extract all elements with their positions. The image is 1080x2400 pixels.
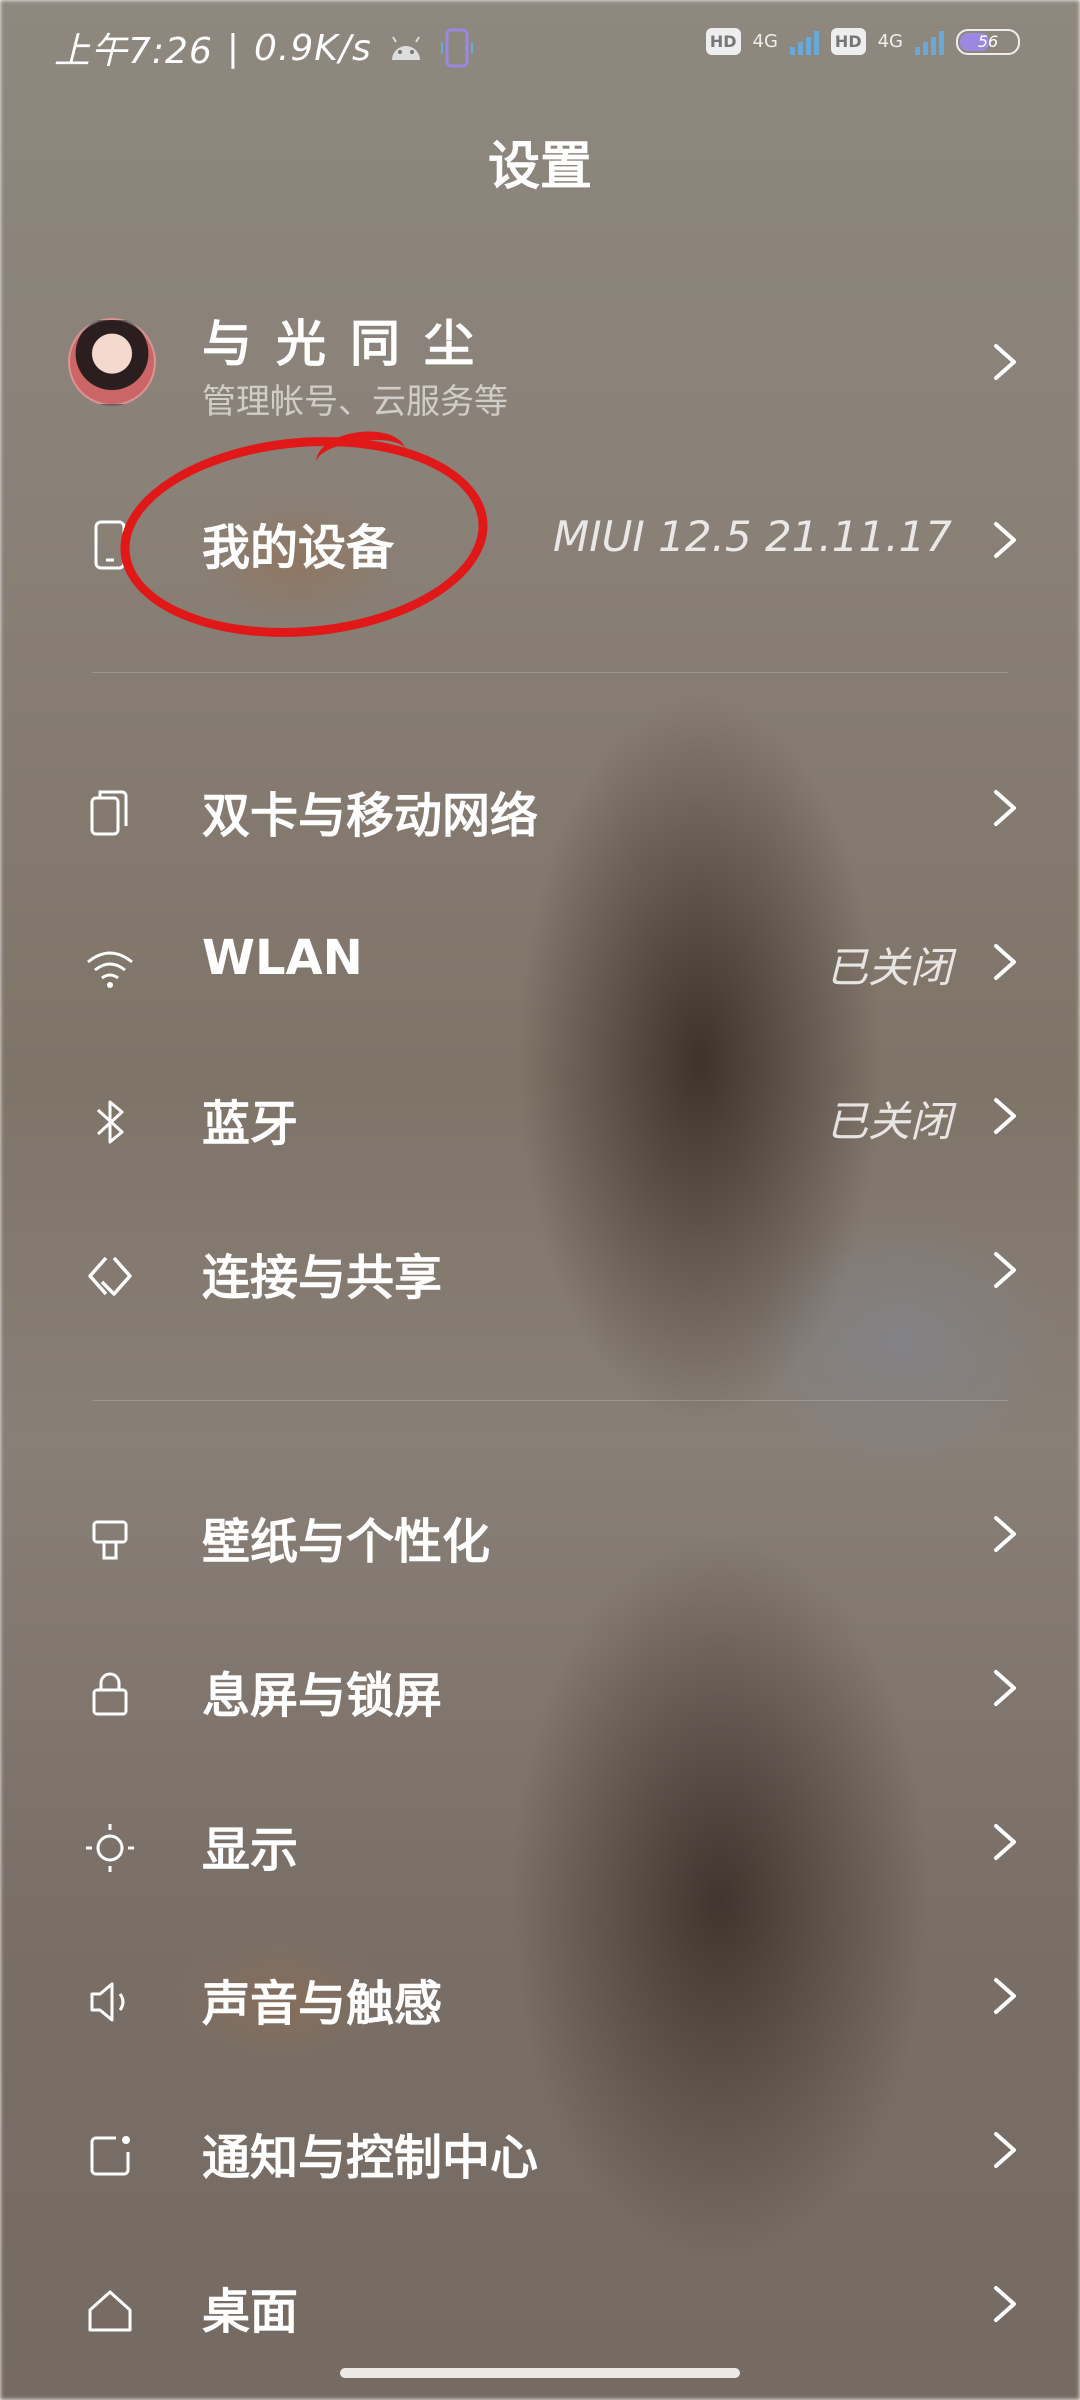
- sim2-signal-icon: [915, 29, 944, 55]
- dual-sim-icon: [90, 790, 128, 836]
- bluetooth-icon: [96, 1100, 124, 1144]
- chevron-right-icon: [994, 1978, 1016, 2014]
- section-divider: [92, 672, 1008, 673]
- status-divider: |: [226, 27, 240, 69]
- settings-row-value: 已关闭: [825, 943, 952, 992]
- sim1-signal-icon: [789, 29, 819, 55]
- settings-row-label: 声音与触感: [202, 1976, 443, 2032]
- avatar: [68, 318, 156, 406]
- settings-row-home[interactable]: 桌面: [0, 2240, 1080, 2370]
- android-icon: [391, 36, 420, 60]
- gesture-home-bar[interactable]: [340, 2368, 740, 2378]
- home-icon: [88, 2290, 132, 2332]
- settings-row-label: 息屏与锁屏: [202, 1668, 443, 1724]
- settings-row-label: 壁纸与个性化: [202, 1514, 491, 1570]
- battery-percent: 56: [977, 31, 999, 51]
- account-name: 与光同尘: [202, 315, 498, 373]
- section-divider: [92, 1400, 1008, 1401]
- chevron-right-icon: [994, 2132, 1016, 2168]
- chevron-right-icon: [994, 1670, 1016, 1706]
- battery-icon: 56: [956, 28, 1020, 55]
- sound-icon: [90, 1982, 125, 2022]
- settings-row-label: 双卡与移动网络: [202, 788, 539, 844]
- settings-row-value: 已关闭: [825, 1097, 952, 1146]
- sim1-hd-badge: HD: [705, 28, 741, 55]
- settings-row-label: WLAN: [202, 930, 363, 986]
- settings-row-label: 显示: [202, 1822, 299, 1878]
- sim2-network-type: 4G: [877, 31, 903, 52]
- wifi-icon: [87, 951, 133, 988]
- settings-row-bluetooth[interactable]: 蓝牙 已关闭: [0, 1052, 1080, 1182]
- settings-row-wallpaper[interactable]: 壁纸与个性化: [0, 1470, 1080, 1600]
- page-title: 设置: [487, 137, 592, 197]
- settings-row-connection-share[interactable]: 连接与共享: [0, 1206, 1080, 1336]
- miui-version: MIUI 12.5 21.11.17: [553, 512, 952, 561]
- chevron-right-icon: [994, 1252, 1016, 1288]
- phone-vibrate-icon: [440, 28, 473, 68]
- chevron-right-icon: [994, 522, 1016, 558]
- sim1-network-type: 4G: [752, 31, 778, 52]
- connection-share-icon: [88, 1256, 132, 1296]
- status-time: 上午7:26: [54, 31, 213, 72]
- sim2-hd-badge: HD: [830, 28, 866, 55]
- chevron-right-icon: [994, 2286, 1016, 2322]
- settings-row-notification[interactable]: 通知与控制中心: [0, 2086, 1080, 2216]
- settings-row-label: 通知与控制中心: [202, 2130, 539, 2186]
- lock-icon: [92, 1672, 128, 1716]
- chevron-right-icon: [994, 1098, 1016, 1134]
- settings-row-sound[interactable]: 声音与触感: [0, 1932, 1080, 2062]
- chevron-right-icon: [994, 944, 1016, 980]
- display-icon: [86, 1824, 134, 1872]
- account-row[interactable]: 与光同尘 管理帐号、云服务等: [0, 300, 1080, 460]
- settings-row-wifi[interactable]: WLAN 已关闭: [0, 898, 1080, 1028]
- chevron-right-icon: [994, 790, 1016, 826]
- settings-row-display[interactable]: 显示: [0, 1778, 1080, 1908]
- chevron-right-icon: [994, 1516, 1016, 1552]
- settings-row-lock[interactable]: 息屏与锁屏: [0, 1624, 1080, 1754]
- chevron-right-icon: [994, 1824, 1016, 1860]
- network-speed: 0.9K/s: [253, 27, 372, 69]
- status-bar: 上午7:26 | 0.9K/s HD 4G HD 4G 56: [0, 0, 1080, 96]
- settings-row-label: 连接与共享: [202, 1250, 443, 1306]
- settings-row-label: 蓝牙: [202, 1096, 299, 1152]
- settings-row-dual-sim[interactable]: 双卡与移动网络: [0, 744, 1080, 874]
- wallpaper-icon: [92, 1520, 128, 1560]
- account-subtitle: 管理帐号、云服务等: [202, 382, 508, 422]
- notification-icon: [90, 2136, 130, 2176]
- settings-row-label: 桌面: [202, 2284, 299, 2340]
- chevron-right-icon: [994, 344, 1016, 380]
